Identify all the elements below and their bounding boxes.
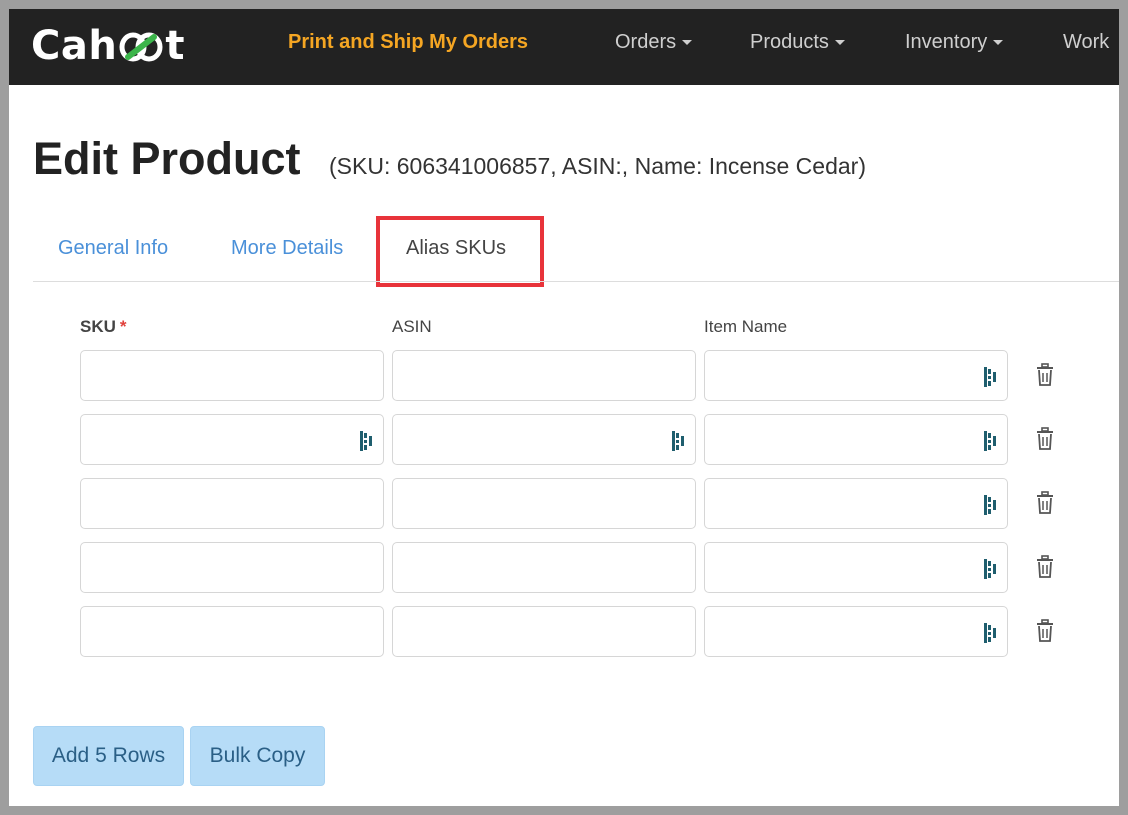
item-name-input[interactable] [705,607,1007,656]
sku-input[interactable] [81,415,383,464]
asin-field[interactable] [392,542,696,593]
product-summary: (SKU: 606341006857, ASIN:, Name: Incense… [329,153,866,179]
column-label-sku: SKU * [80,317,127,337]
item-name-input[interactable] [705,543,1007,592]
keeper-icon[interactable] [984,495,998,515]
caret-down-icon [682,40,693,46]
keeper-icon[interactable] [984,431,998,451]
caret-down-icon [993,40,1004,46]
item-name-field[interactable] [704,478,1008,529]
item-name-field[interactable] [704,606,1008,657]
sku-field[interactable] [80,542,384,593]
nav-label: Products [750,31,829,53]
logo-text-start: Cah [31,23,118,69]
keeper-icon[interactable] [672,431,686,451]
top-navbar: Cah t Print and Ship My Orders Orders Pr… [9,9,1119,85]
sku-field[interactable] [80,414,384,465]
trash-icon[interactable] [1035,427,1055,451]
keeper-icon[interactable] [360,431,374,451]
asin-field[interactable] [392,350,696,401]
nav-label: Print and Ship My Orders [288,31,529,53]
sku-input[interactable] [81,607,383,656]
sku-input[interactable] [81,543,383,592]
asin-input[interactable] [393,415,695,464]
nav-orders[interactable]: Orders [615,31,693,54]
logo-links-icon [118,26,164,66]
keeper-icon[interactable] [984,367,998,387]
item-name-input[interactable] [705,351,1007,400]
logo-text-end: t [165,23,185,69]
column-label-item-name: Item Name [704,317,788,336]
asin-input[interactable] [393,351,695,400]
item-name-field[interactable] [704,350,1008,401]
sku-input[interactable] [81,479,383,528]
trash-icon[interactable] [1035,491,1055,515]
nav-products[interactable]: Products [750,31,845,54]
sku-field[interactable] [80,350,384,401]
page-title: Edit Product [33,133,301,184]
nav-work[interactable]: Work [1063,31,1109,54]
asin-field[interactable] [392,606,696,657]
sku-field[interactable] [80,606,384,657]
nav-label: Orders [615,31,677,53]
keeper-icon[interactable] [984,559,998,579]
item-name-field[interactable] [704,414,1008,465]
required-marker: * [119,317,127,336]
cahoot-logo[interactable]: Cah t [31,21,185,71]
app-frame: Cah t Print and Ship My Orders Orders Pr… [0,0,1128,815]
caret-down-icon [834,40,845,46]
trash-icon[interactable] [1035,555,1055,579]
item-name-field[interactable] [704,542,1008,593]
trash-icon[interactable] [1035,619,1055,643]
bulk-copy-button[interactable]: Bulk Copy [190,726,325,786]
asin-field[interactable] [392,414,696,465]
nav-label: Inventory [905,31,988,53]
nav-inventory[interactable]: Inventory [905,31,1004,54]
keeper-icon[interactable] [984,623,998,643]
column-label-text: SKU [80,317,116,336]
asin-input[interactable] [393,543,695,592]
tab-highlight-box [376,216,544,287]
tabs-divider [33,281,1119,282]
item-name-input[interactable] [705,415,1007,464]
sku-input[interactable] [81,351,383,400]
asin-field[interactable] [392,478,696,529]
asin-input[interactable] [393,607,695,656]
item-name-input[interactable] [705,479,1007,528]
tab-more-details[interactable]: More Details [231,237,343,260]
asin-input[interactable] [393,479,695,528]
column-label-asin: ASIN [392,317,432,336]
nav-print-and-ship[interactable]: Print and Ship My Orders [288,31,528,54]
trash-icon[interactable] [1035,363,1055,387]
tab-general-info[interactable]: General Info [58,237,168,260]
sku-field[interactable] [80,478,384,529]
nav-label: Work [1063,31,1110,53]
add-5-rows-button[interactable]: Add 5 Rows [33,726,184,786]
